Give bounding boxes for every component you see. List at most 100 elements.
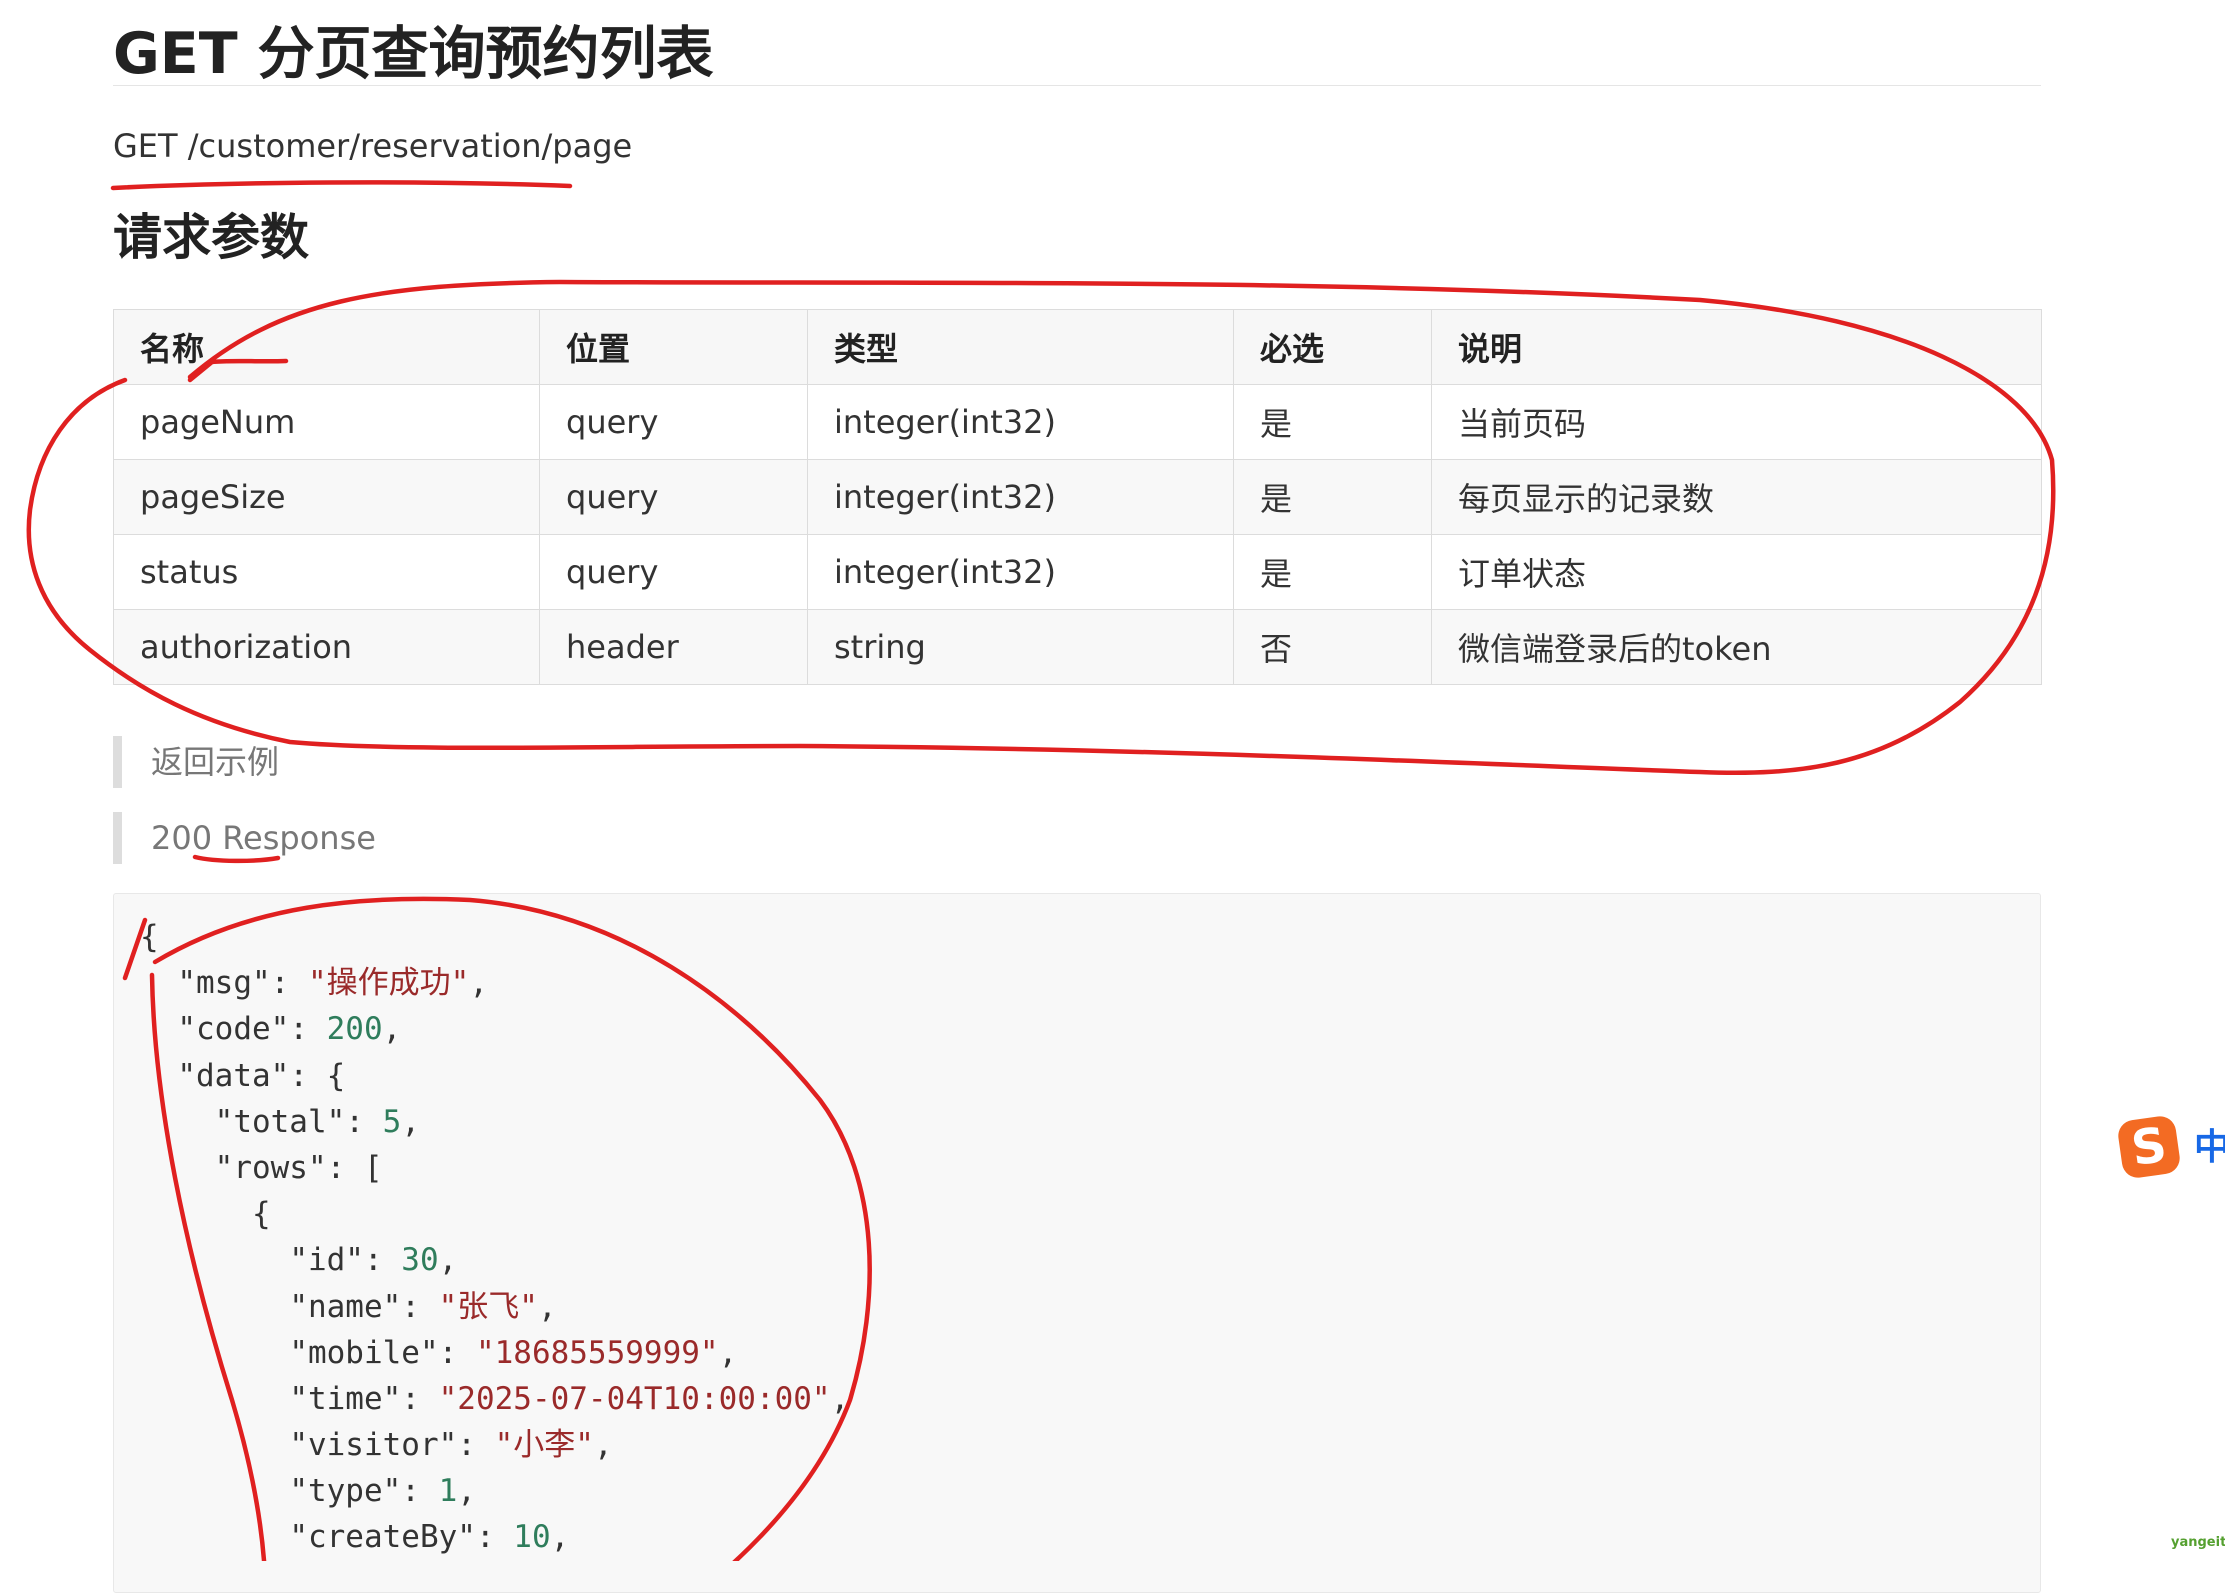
code-token-str: "操作成功"	[307, 965, 470, 1002]
code-token-str: "18685559999"	[475, 1334, 719, 1371]
page-title: GET 分页查询预约列表	[113, 21, 714, 87]
param-description: 微信端登录后的token	[1431, 609, 2042, 685]
code-token-punc	[140, 965, 177, 1001]
param-name: pageNum	[113, 384, 540, 460]
watermark: yangeit	[2171, 1535, 2225, 1550]
code-token-key: "name"	[289, 1288, 402, 1325]
code-token-key: "visitor"	[289, 1427, 458, 1464]
col-header-required: 必选	[1233, 309, 1432, 385]
code-token-punc	[140, 1519, 289, 1555]
params-table: 名称 位置 类型 必选 说明 pageNum query integer(int…	[113, 309, 2042, 685]
code-token-punc	[140, 1104, 215, 1140]
code-token-punc: :	[270, 965, 308, 1002]
code-token-num: 30	[401, 1242, 439, 1279]
sogou-logo-icon: S	[2116, 1114, 2182, 1180]
code-lines: { "msg": "操作成功", "code": 200, "data": { …	[140, 914, 2014, 1561]
code-token-punc	[140, 1011, 177, 1047]
code-token-punc: ,	[830, 1380, 850, 1417]
param-location: header	[539, 609, 808, 685]
ime-mode-indicator[interactable]: 中	[2194, 1124, 2225, 1172]
code-token-punc: :	[401, 1288, 439, 1325]
code-token-punc	[140, 1058, 177, 1094]
endpoint-path: GET /customer/reservation/page	[113, 127, 633, 165]
param-name: pageSize	[113, 459, 540, 535]
params-header-row: 名称 位置 类型 必选 说明	[113, 309, 2042, 385]
code-token-punc: : [	[326, 1149, 383, 1186]
code-token-punc: : {	[289, 1057, 346, 1094]
code-token-punc: :	[475, 1519, 514, 1556]
code-line: "rows": [	[140, 1145, 2014, 1191]
request-params-heading: 请求参数	[113, 209, 310, 266]
title-divider	[113, 85, 2041, 86]
code-token-punc: ,	[438, 1242, 458, 1279]
code-line: "createBy": 10,	[140, 1514, 2014, 1560]
col-header-name: 名称	[113, 309, 540, 385]
code-token-punc	[140, 1473, 289, 1509]
code-token-punc: {	[140, 919, 159, 955]
code-line: "total": 5,	[140, 1099, 2014, 1145]
code-token-punc: ,	[382, 1011, 402, 1048]
code-token-punc: :	[457, 1427, 495, 1464]
code-token-punc	[140, 1289, 289, 1325]
param-required: 是	[1233, 384, 1432, 460]
response-code-block: { "msg": "操作成功", "code": 200, "data": { …	[113, 893, 2041, 1593]
code-token-punc: ,	[537, 1288, 557, 1325]
code-token-punc: :	[289, 1011, 327, 1048]
param-type: string	[807, 609, 1234, 685]
param-description: 当前页码	[1431, 384, 2042, 460]
response-example-label: 返回示例	[113, 736, 1013, 788]
param-type: integer(int32)	[807, 384, 1234, 460]
code-line: "name": "张飞",	[140, 1284, 2014, 1330]
response-status-label: 200 Response	[113, 812, 1013, 864]
table-row: pageNum query integer(int32) 是 当前页码	[113, 384, 2042, 460]
table-row: pageSize query integer(int32) 是 每页显示的记录数	[113, 459, 2042, 535]
code-token-key: "mobile"	[289, 1334, 439, 1371]
code-token-punc	[140, 1381, 289, 1417]
param-required: 否	[1233, 609, 1432, 685]
code-line: "id": 30,	[140, 1237, 2014, 1283]
code-token-punc: :	[345, 1103, 383, 1140]
code-token-key: "msg"	[177, 965, 271, 1002]
code-token-punc: :	[438, 1334, 476, 1371]
code-token-punc	[140, 1242, 289, 1278]
param-type: integer(int32)	[807, 534, 1234, 610]
code-line: {	[140, 914, 2014, 960]
code-token-str: "张飞"	[438, 1288, 538, 1325]
code-token-punc: ,	[469, 965, 488, 1002]
code-token-punc: ,	[593, 1427, 613, 1464]
param-location: query	[539, 384, 808, 460]
col-header-description: 说明	[1431, 309, 2042, 385]
code-line: "mobile": "18685559999",	[140, 1330, 2014, 1376]
param-location: query	[539, 459, 808, 535]
code-token-key: "rows"	[214, 1149, 327, 1186]
code-line: {	[140, 1191, 2014, 1237]
code-token-num: 5	[382, 1103, 402, 1140]
param-name: status	[113, 534, 540, 610]
code-line: "data": {	[140, 1053, 2014, 1099]
col-header-type: 类型	[807, 309, 1234, 385]
ime-status-widget[interactable]: S 中	[2116, 1114, 2225, 1180]
code-token-punc: ,	[550, 1519, 570, 1556]
param-required: 是	[1233, 459, 1432, 535]
code-token-num: 10	[513, 1519, 551, 1556]
param-required: 是	[1233, 534, 1432, 610]
code-token-punc: {	[140, 1196, 271, 1233]
table-row: status query integer(int32) 是 订单状态	[113, 534, 2042, 610]
param-type: integer(int32)	[807, 459, 1234, 535]
code-token-num: 1	[438, 1473, 458, 1510]
code-token-punc: ,	[718, 1334, 738, 1371]
code-token-punc: :	[401, 1473, 439, 1510]
col-header-location: 位置	[539, 309, 808, 385]
code-token-key: "time"	[289, 1380, 402, 1417]
table-row: authorization header string 否 微信端登录后的tok…	[113, 609, 2042, 685]
code-token-punc	[140, 1335, 289, 1371]
param-location: query	[539, 534, 808, 610]
code-token-key: "total"	[214, 1103, 346, 1140]
code-token-key: "createBy"	[289, 1519, 476, 1556]
code-token-key: "data"	[177, 1057, 290, 1094]
code-token-punc: ,	[401, 1103, 420, 1140]
code-line: "code": 200,	[140, 1006, 2014, 1052]
code-line: "type": 1,	[140, 1468, 2014, 1514]
code-token-punc: :	[363, 1242, 402, 1279]
code-token-punc	[140, 1427, 289, 1463]
